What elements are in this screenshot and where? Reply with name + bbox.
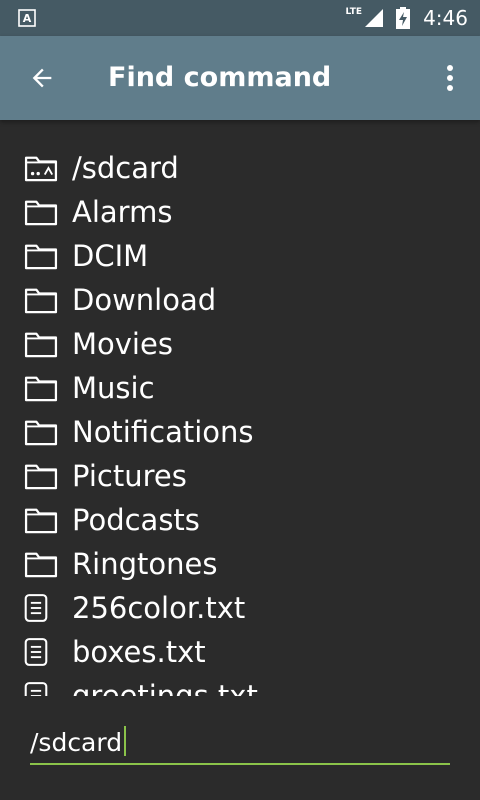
- list-item[interactable]: DCIM: [0, 234, 480, 278]
- text-file-icon: [24, 634, 60, 670]
- list-item-label: Ringtones: [72, 547, 218, 581]
- list-item[interactable]: Notifications: [0, 410, 480, 454]
- folder-icon: [24, 326, 60, 362]
- list-item-label: Music: [72, 371, 155, 405]
- list-item[interactable]: greetings.txt: [0, 674, 480, 696]
- list-item-label: Download: [72, 283, 217, 317]
- arrow-back-icon: [32, 68, 52, 88]
- text-cursor: [124, 726, 127, 756]
- list-item[interactable]: 256color.txt: [0, 586, 480, 630]
- path-input-value: /sdcard: [30, 728, 123, 757]
- file-list[interactable]: /sdcard Alarms DCIM Download Movies Music Noti…: [0, 146, 480, 696]
- list-item-label: Alarms: [72, 195, 173, 229]
- folder-icon: [24, 194, 60, 230]
- signal-icon: [365, 9, 384, 27]
- folder-icon: [24, 370, 60, 406]
- list-item-label: DCIM: [72, 239, 149, 273]
- list-item-label: 256color.txt: [72, 591, 246, 625]
- folder-icon: [24, 458, 60, 494]
- folder-icon: [24, 282, 60, 318]
- back-button[interactable]: [24, 60, 60, 96]
- folder-icon: [24, 502, 60, 538]
- list-item[interactable]: /sdcard: [0, 146, 480, 190]
- battery-charging-icon: [396, 7, 411, 29]
- folder-icon: [24, 414, 60, 450]
- list-item-label: Movies: [72, 327, 173, 361]
- more-vert-icon: [447, 65, 453, 91]
- page-title: Find command: [108, 62, 332, 93]
- list-item[interactable]: Movies: [0, 322, 480, 366]
- list-item-label: greetings.txt: [72, 679, 258, 696]
- overflow-menu-button[interactable]: [436, 60, 464, 96]
- path-input-text[interactable]: /sdcard: [30, 726, 127, 757]
- list-item-label: Podcasts: [72, 503, 200, 537]
- list-item-label: /sdcard: [72, 151, 179, 185]
- text-file-icon: [24, 678, 60, 696]
- list-item[interactable]: Podcasts: [0, 498, 480, 542]
- list-item[interactable]: Music: [0, 366, 480, 410]
- svg-text:A: A: [23, 12, 32, 25]
- list-item-label: Pictures: [72, 459, 187, 493]
- list-item[interactable]: boxes.txt: [0, 630, 480, 674]
- list-item-label: boxes.txt: [72, 635, 206, 669]
- list-item[interactable]: Alarms: [0, 190, 480, 234]
- list-item[interactable]: Download: [0, 278, 480, 322]
- clock: 4:46: [423, 6, 468, 30]
- list-item[interactable]: Pictures: [0, 454, 480, 498]
- folder-icon: [24, 546, 60, 582]
- list-item-label: Notifications: [72, 415, 254, 449]
- notification-a-icon: A: [18, 9, 36, 27]
- list-item[interactable]: Ringtones: [0, 542, 480, 586]
- folder-icon: [24, 238, 60, 274]
- path-input[interactable]: /sdcard: [30, 722, 450, 766]
- input-underline: [30, 763, 450, 765]
- status-bar: A LTE 4:46: [0, 0, 480, 36]
- sdcard-folder-icon: [24, 150, 60, 186]
- text-file-icon: [24, 590, 60, 626]
- app-bar: Find command: [0, 36, 480, 120]
- status-right: LTE 4:46: [346, 0, 468, 36]
- network-type-label: LTE: [345, 7, 363, 17]
